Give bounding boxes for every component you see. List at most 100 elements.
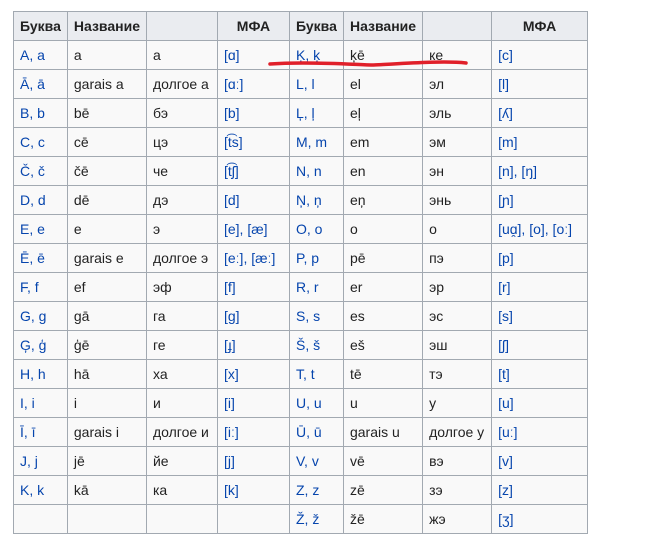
ipa-cell[interactable]: [ʃ] (491, 330, 589, 360)
name-cell: garais i (66, 417, 147, 447)
table-row: E, e e э [e], [æ] O, o o о [uɑ̯], [o], [oː] (13, 214, 589, 244)
russian-cell: долгое и (145, 417, 218, 447)
letter-cell[interactable]: R, r (288, 272, 344, 302)
letter-cell[interactable]: K, k (13, 475, 68, 505)
name-cell: eš (342, 330, 424, 360)
ipa-cell[interactable]: [m] (491, 127, 589, 157)
ipa-cell[interactable]: [eː], [æː] (216, 243, 290, 273)
russian-cell: зэ (422, 475, 493, 505)
letter-cell[interactable]: U, u (288, 388, 344, 418)
header-name: Название (66, 11, 147, 41)
letter-cell[interactable]: Ķ, ķ (288, 40, 344, 70)
name-cell: e (66, 214, 147, 244)
letter-cell[interactable]: Ī, ī (13, 417, 68, 447)
letter-cell[interactable]: J, j (13, 446, 68, 476)
letter-cell[interactable]: P, p (288, 243, 344, 273)
russian-cell: ге (145, 330, 218, 360)
ipa-cell[interactable]: [t͡s] (216, 127, 290, 157)
ipa-cell[interactable]: [uɑ̯], [o], [oː] (491, 214, 589, 244)
ipa-cell[interactable]: [j] (216, 446, 290, 476)
letter-cell[interactable]: Ļ, ļ (288, 98, 344, 128)
name-cell: čē (66, 156, 147, 186)
header-ipa: МФА (216, 11, 290, 41)
ipa-cell[interactable]: [k] (216, 475, 290, 505)
ipa-cell[interactable]: [f] (216, 272, 290, 302)
letter-cell[interactable]: A, a (13, 40, 68, 70)
name-cell: es (342, 301, 424, 331)
name-cell: em (342, 127, 424, 157)
letter-cell[interactable]: D, d (13, 185, 68, 215)
ipa-cell[interactable]: [x] (216, 359, 290, 389)
ipa-cell[interactable]: [d] (216, 185, 290, 215)
letter-cell[interactable]: Ē, ē (13, 243, 68, 273)
letter-cell[interactable]: Ņ, ņ (288, 185, 344, 215)
name-cell: dē (66, 185, 147, 215)
letter-cell[interactable]: Ū, ū (288, 417, 344, 447)
letter-cell[interactable]: I, i (13, 388, 68, 418)
russian-cell: дэ (145, 185, 218, 215)
ipa-cell[interactable]: [b] (216, 98, 290, 128)
ipa-cell[interactable]: [ɑ] (216, 40, 290, 70)
letter-cell[interactable]: M, m (288, 127, 344, 157)
letter-cell[interactable]: L, l (288, 69, 344, 99)
name-cell: tē (342, 359, 424, 389)
ipa-cell[interactable]: [ɟ] (216, 330, 290, 360)
name-cell: el (342, 69, 424, 99)
table-row: J, j jē йе [j] V, v vē вэ [v] (13, 446, 589, 476)
letter-cell[interactable]: N, n (288, 156, 344, 186)
letter-cell[interactable]: B, b (13, 98, 68, 128)
ipa-cell[interactable]: [v] (491, 446, 589, 476)
russian-cell: эф (145, 272, 218, 302)
russian-cell: эш (422, 330, 493, 360)
ipa-cell[interactable]: [t͡ʃ] (216, 156, 290, 186)
ipa-cell[interactable]: [c] (491, 40, 589, 70)
letter-cell[interactable]: Ģ, ģ (13, 330, 68, 360)
ipa-cell[interactable]: [g] (216, 301, 290, 331)
ipa-cell (216, 504, 290, 534)
ipa-cell[interactable]: [l] (491, 69, 589, 99)
ipa-cell[interactable]: [ʒ] (491, 504, 589, 534)
ipa-cell[interactable]: [p] (491, 243, 589, 273)
russian-cell: эр (422, 272, 493, 302)
letter-cell[interactable]: Č, č (13, 156, 68, 186)
letter-cell[interactable]: Ž, ž (288, 504, 344, 534)
letter-cell[interactable]: F, f (13, 272, 68, 302)
table-row: B, b bē бэ [b] Ļ, ļ eļ эль [ʎ] (13, 98, 589, 128)
ipa-cell[interactable]: [u] (491, 388, 589, 418)
ipa-cell[interactable]: [z] (491, 475, 589, 505)
ipa-cell[interactable]: [t] (491, 359, 589, 389)
russian-cell: эль (422, 98, 493, 128)
ipa-cell[interactable]: [ɲ] (491, 185, 589, 215)
letter-cell[interactable]: Ā, ā (13, 69, 68, 99)
name-cell: jē (66, 446, 147, 476)
letter-cell[interactable]: G, g (13, 301, 68, 331)
name-cell: gā (66, 301, 147, 331)
ipa-cell[interactable]: [n], [ŋ] (491, 156, 589, 186)
ipa-cell[interactable]: [s] (491, 301, 589, 331)
header-letter-2: Буква (288, 11, 344, 41)
name-cell: garais a (66, 69, 147, 99)
ipa-cell[interactable]: [i] (216, 388, 290, 418)
russian-cell: ке (422, 40, 493, 70)
ipa-cell[interactable]: [e], [æ] (216, 214, 290, 244)
ipa-cell[interactable]: [uː] (491, 417, 589, 447)
russian-cell: эс (422, 301, 493, 331)
letter-cell[interactable]: O, o (288, 214, 344, 244)
ipa-cell[interactable]: [r] (491, 272, 589, 302)
ipa-cell[interactable]: [ɑː] (216, 69, 290, 99)
russian-cell: га (145, 301, 218, 331)
name-cell: eļ (342, 98, 424, 128)
name-cell: a (66, 40, 147, 70)
letter-cell[interactable]: H, h (13, 359, 68, 389)
letter-cell[interactable]: V, v (288, 446, 344, 476)
letter-cell[interactable]: C, c (13, 127, 68, 157)
ipa-cell[interactable]: [ʎ] (491, 98, 589, 128)
letter-cell[interactable]: Š, š (288, 330, 344, 360)
header-row: Буква Название МФА Буква Название МФА (13, 11, 589, 41)
ipa-cell[interactable]: [iː] (216, 417, 290, 447)
letter-cell[interactable]: T, t (288, 359, 344, 389)
letter-cell[interactable]: E, e (13, 214, 68, 244)
russian-cell: а (145, 40, 218, 70)
letter-cell[interactable]: S, s (288, 301, 344, 331)
letter-cell[interactable]: Z, z (288, 475, 344, 505)
